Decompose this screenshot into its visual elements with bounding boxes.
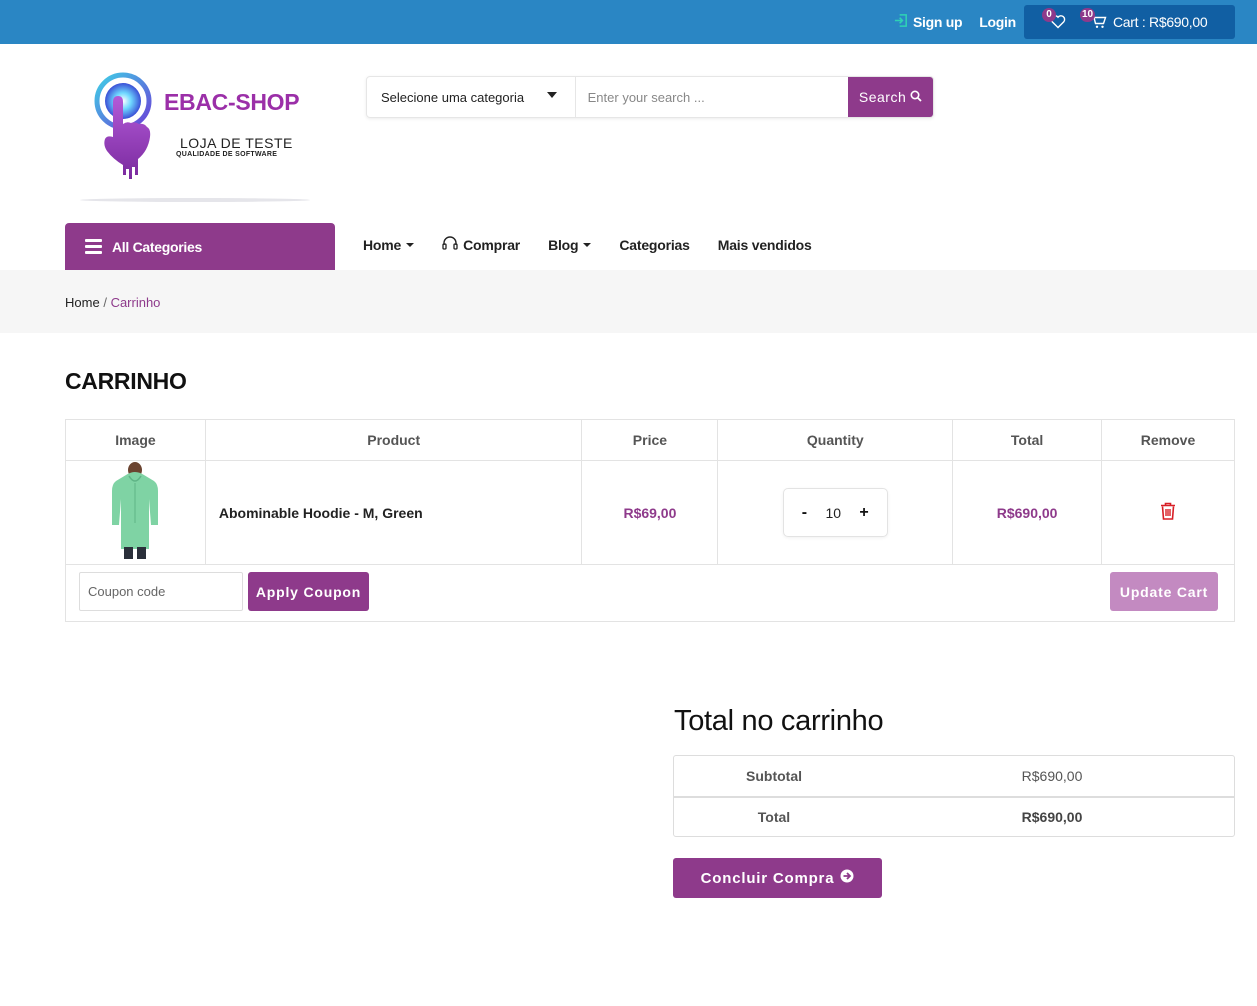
table-row: Abominable Hoodie - M, Green R$69,00 - 1… bbox=[65, 460, 1235, 565]
product-price: R$69,00 bbox=[623, 504, 677, 521]
subtotal-label: Subtotal bbox=[746, 768, 802, 784]
breadcrumb-separator: / bbox=[103, 295, 107, 310]
nav-item-comprar[interactable]: Comprar bbox=[442, 236, 520, 253]
caret-down-icon bbox=[583, 242, 592, 247]
line-total: R$690,00 bbox=[996, 504, 1058, 521]
cart-total-label: Cart : R$690,00 bbox=[1113, 14, 1208, 30]
nav-item-categorias[interactable]: Categorias bbox=[619, 236, 690, 253]
price-cell: R$69,00 bbox=[581, 460, 719, 565]
logo-title: EBAC-SHOP bbox=[164, 89, 300, 115]
signup-link[interactable]: Sign up bbox=[894, 13, 963, 31]
search-bar: Selecione uma categoria Search bbox=[366, 76, 934, 118]
nav-item-label: Comprar bbox=[463, 236, 521, 253]
breadcrumb-current: Carrinho bbox=[110, 295, 161, 310]
product-name[interactable]: Abominable Hoodie - M, Green bbox=[204, 460, 583, 565]
main-nav: Home Comprar Blog Categorias Mais vendid… bbox=[363, 236, 840, 253]
nav-item-label: Blog bbox=[548, 236, 579, 253]
column-header-remove: Remove bbox=[1101, 419, 1235, 461]
trash-icon[interactable] bbox=[1160, 502, 1176, 523]
line-total-cell: R$690,00 bbox=[952, 460, 1103, 565]
product-thumbnail-cell bbox=[65, 460, 206, 565]
quantity-stepper: - 10 + bbox=[782, 488, 888, 537]
quantity-cell: - 10 + bbox=[717, 460, 954, 565]
nav-item-label: Mais vendidos bbox=[717, 236, 812, 253]
all-categories-button[interactable]: All Categories bbox=[65, 223, 335, 270]
subtotal-row: Subtotal R$690,00 bbox=[674, 756, 1234, 796]
checkout-button-label: Concluir Compra bbox=[700, 869, 835, 887]
cart-count-badge: 10 bbox=[1080, 8, 1096, 22]
remove-cell bbox=[1101, 460, 1235, 565]
coupon-code-input[interactable] bbox=[79, 572, 243, 611]
cart-totals-title: Total no carrinho bbox=[674, 705, 884, 737]
wishlist-button[interactable]: 0 bbox=[1042, 8, 1066, 34]
chevron-down-icon bbox=[546, 92, 557, 98]
column-header-image: Image bbox=[65, 419, 206, 461]
caret-down-icon bbox=[406, 242, 415, 247]
subtotal-value: R$690,00 bbox=[1021, 768, 1083, 784]
coupon-row: Apply Coupon Update Cart bbox=[65, 562, 1235, 622]
table-header-row: Image Product Price Quantity Total Remov… bbox=[65, 419, 1235, 461]
nav-item-blog[interactable]: Blog bbox=[548, 236, 592, 253]
column-header-total: Total bbox=[952, 419, 1103, 461]
cart-totals-table: Subtotal R$690,00 Total R$690,00 bbox=[673, 755, 1235, 837]
quantity-increase-button[interactable]: + bbox=[859, 504, 868, 522]
wishlist-count-badge: 0 bbox=[1042, 8, 1056, 22]
update-cart-button[interactable]: Update Cart bbox=[1110, 572, 1218, 611]
checkout-button[interactable]: Concluir Compra bbox=[673, 858, 882, 898]
column-header-product: Product bbox=[204, 419, 583, 461]
nav-item-label: Home bbox=[363, 236, 402, 253]
cart-table: Image Product Price Quantity Total Remov… bbox=[65, 419, 1235, 565]
nav-item-mais-vendidos[interactable]: Mais vendidos bbox=[718, 237, 812, 253]
quantity-value[interactable]: 10 bbox=[825, 505, 841, 521]
column-header-quantity: Quantity bbox=[717, 419, 954, 461]
total-value: R$690,00 bbox=[1021, 809, 1083, 825]
category-select-value: Selecione uma categoria bbox=[381, 89, 525, 105]
arrow-right-icon bbox=[840, 869, 854, 887]
logo-tagline: QUALIDADE DE SOFTWARE bbox=[176, 151, 278, 158]
column-header-price: Price bbox=[581, 419, 719, 461]
mini-cart[interactable]: 0 10 Cart : R$690,00 bbox=[1024, 5, 1235, 39]
cart-icon-button[interactable]: 10 bbox=[1080, 8, 1107, 34]
login-link[interactable]: Login bbox=[979, 14, 1016, 30]
search-button-label: Search bbox=[858, 89, 907, 105]
total-label: Total bbox=[757, 809, 791, 825]
page-title: CARRINHO bbox=[65, 368, 187, 394]
breadcrumb-home-link[interactable]: Home bbox=[65, 295, 100, 310]
account-links: Sign up Login bbox=[894, 0, 1016, 44]
product-thumbnail[interactable] bbox=[107, 461, 163, 561]
menu-icon bbox=[85, 239, 102, 254]
nav-item-label: Categorias bbox=[619, 236, 690, 253]
total-row: Total R$690,00 bbox=[674, 796, 1234, 836]
quantity-decrease-button[interactable]: - bbox=[802, 504, 807, 522]
breadcrumb: Home / Carrinho bbox=[65, 295, 160, 310]
search-input[interactable] bbox=[575, 77, 849, 117]
apply-coupon-button[interactable]: Apply Coupon bbox=[248, 572, 369, 611]
shop-logo[interactable]: EBAC-SHOP LOJA DE TESTE QUALIDADE DE SOF… bbox=[75, 72, 320, 207]
headset-icon bbox=[442, 236, 458, 253]
search-icon bbox=[910, 89, 922, 105]
breadcrumb-band: Home / Carrinho bbox=[0, 270, 1257, 333]
login-label: Login bbox=[979, 14, 1016, 30]
all-categories-label: All Categories bbox=[112, 238, 202, 255]
logo-subtitle: LOJA DE TESTE bbox=[180, 135, 293, 151]
sign-in-icon bbox=[894, 13, 909, 31]
top-bar: Sign up Login 0 10 Cart : R$690,00 bbox=[0, 0, 1257, 44]
signup-label: Sign up bbox=[913, 14, 963, 30]
nav-item-home[interactable]: Home bbox=[363, 236, 415, 253]
category-select[interactable]: Selecione uma categoria bbox=[367, 77, 576, 117]
search-button[interactable]: Search bbox=[848, 77, 933, 117]
